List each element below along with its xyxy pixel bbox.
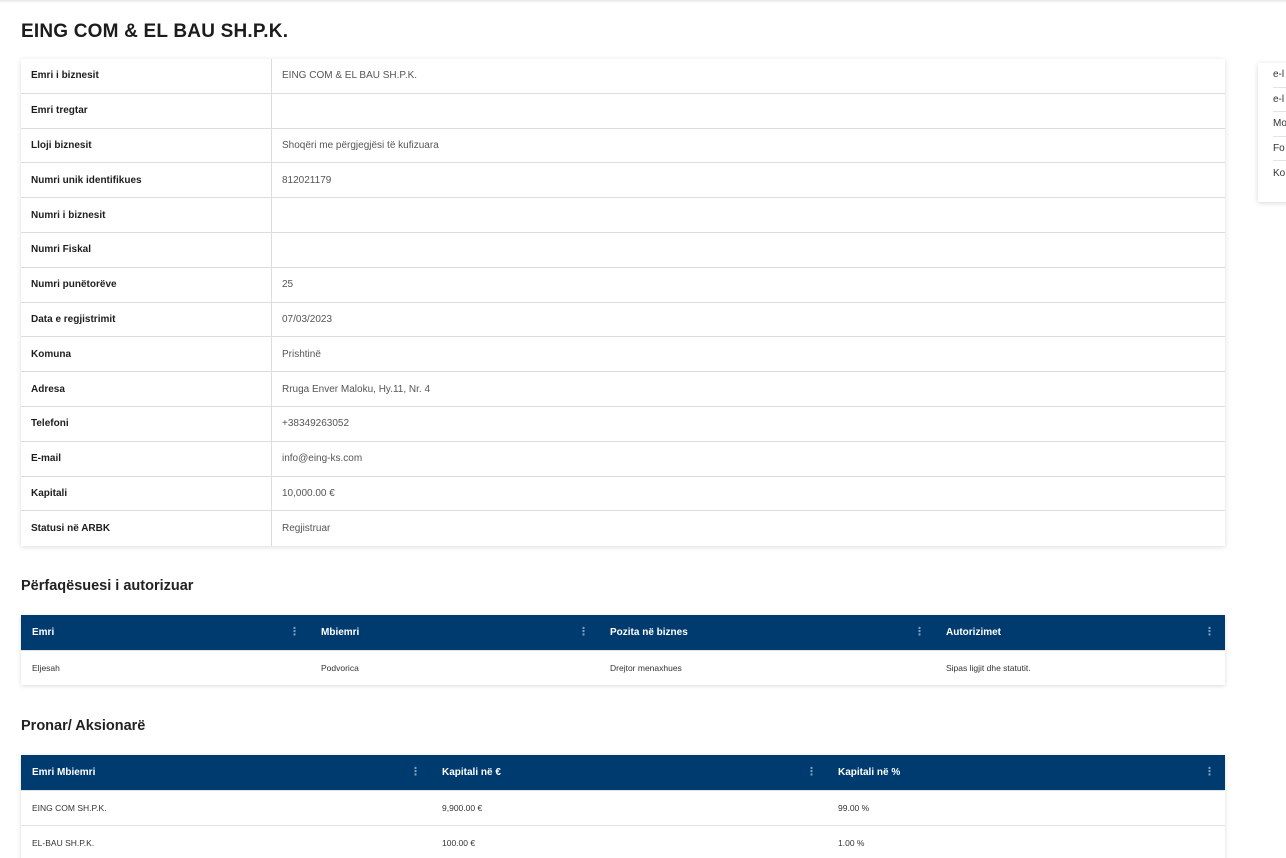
info-value: 812021179	[282, 174, 332, 186]
table-cell: 99.00 %	[838, 803, 870, 813]
vertical-dots-icon[interactable]: ⋮	[1204, 766, 1215, 778]
column-header-emri-mbiemri[interactable]: Emri Mbiemri ⋮	[21, 755, 431, 790]
column-header-label: Kapitali në %	[838, 767, 901, 778]
info-label: Statusi në ARBK	[21, 511, 272, 547]
info-row: Numri unik identifikues 812021179	[21, 163, 1225, 199]
info-label: Emri tregtar	[21, 93, 272, 128]
representatives-title: Përfaqësuesi i autorizuar	[21, 578, 194, 594]
info-value	[272, 233, 1225, 267]
info-label: Telefoni	[21, 406, 272, 441]
vertical-dots-icon[interactable]: ⋮	[806, 766, 817, 778]
side-menu-item[interactable]: Mo	[1273, 112, 1286, 137]
info-value: Shoqëri me përgjegjësi të kufizuara	[282, 139, 439, 151]
info-row: Data e regjistrimit 07/03/2023	[21, 302, 1225, 338]
owners-title: Pronar/ Aksionarë	[21, 718, 146, 734]
representatives-grid: Emri ⋮ Mbiemri ⋮ Pozita në biznes ⋮ Auto…	[21, 615, 1225, 685]
table-cell: EL-BAU SH.P.K.	[32, 838, 95, 848]
table-cell: Eljesah	[32, 663, 60, 673]
vertical-dots-icon[interactable]: ⋮	[1204, 626, 1215, 638]
info-row: Numri Fiskal	[21, 232, 1225, 268]
info-value: +38349263052	[282, 418, 350, 430]
info-label: Adresa	[21, 372, 272, 406]
info-label: Numri i biznesit	[21, 198, 272, 232]
side-menu-item[interactable]: Ko	[1273, 161, 1286, 186]
info-label: E-mail	[21, 441, 272, 476]
info-value: info@eing-ks.com	[282, 453, 363, 465]
info-value: EING COM & EL BAU SH.P.K.	[282, 70, 418, 82]
column-header-label: Autorizimet	[946, 627, 1001, 638]
side-menu: e-l e-l Mo Fo Ko	[1258, 63, 1286, 202]
info-value: Rruga Enver Maloku, Hy.11, Nr. 4	[282, 383, 431, 395]
info-label: Numri Fiskal	[21, 232, 272, 267]
table-cell: EING COM SH.P.K.	[32, 803, 107, 813]
grid-header: Emri Mbiemri ⋮ Kapitali në € ⋮ Kapitali …	[21, 755, 1225, 790]
info-row: Kapitali 10,000.00 €	[21, 476, 1225, 512]
info-row: Emri tregtar	[21, 93, 1225, 129]
vertical-dots-icon[interactable]: ⋮	[410, 766, 421, 778]
column-header-label: Kapitali në €	[442, 767, 501, 778]
info-label: Data e regjistrimit	[21, 302, 272, 337]
table-row: Eljesah Podvorica Drejtor menaxhues Sipa…	[21, 650, 1225, 685]
info-value: Prishtinë	[282, 348, 321, 360]
table-cell: 1.00 %	[838, 838, 865, 848]
table-cell: Drejtor menaxhues	[610, 663, 682, 673]
table-cell: Podvorica	[321, 663, 359, 673]
page-title: EING COM & EL BAU SH.P.K.	[21, 21, 289, 42]
info-row: Numri punëtorëve 25	[21, 267, 1225, 303]
table-row: EING COM SH.P.K. 9,900.00 € 99.00 %	[21, 790, 1225, 825]
column-header-pozita[interactable]: Pozita në biznes ⋮	[599, 615, 935, 650]
info-row: Statusi në ARBK Regjistruar	[21, 511, 1225, 547]
owners-grid: Emri Mbiemri ⋮ Kapitali në € ⋮ Kapitali …	[21, 755, 1225, 858]
column-header-kapitali-perc[interactable]: Kapitali në % ⋮	[827, 755, 1225, 790]
column-header-autorizimet[interactable]: Autorizimet ⋮	[935, 615, 1225, 650]
info-value	[272, 94, 1225, 128]
info-label: Lloji biznesit	[21, 128, 272, 163]
column-header-label: Pozita në biznes	[610, 627, 688, 638]
table-cell: 9,900.00 €	[442, 803, 483, 813]
info-row: Adresa Rruga Enver Maloku, Hy.11, Nr. 4	[21, 372, 1225, 407]
table-row: EL-BAU SH.P.K. 100.00 € 1.00 %	[21, 825, 1225, 858]
column-header-kapitali-eur[interactable]: Kapitali në € ⋮	[431, 755, 827, 790]
info-value	[272, 198, 1225, 232]
info-row: Komuna Prishtinë	[21, 337, 1225, 373]
info-label: Komuna	[21, 337, 272, 372]
business-info-table: Emri i biznesit EING COM & EL BAU SH.P.K…	[21, 59, 1225, 547]
column-header-emri[interactable]: Emri ⋮	[21, 615, 310, 650]
table-cell: Sipas ligjit dhe statutit.	[946, 663, 1031, 673]
info-value: 10,000.00 €	[282, 487, 335, 499]
table-cell: 100.00 €	[442, 838, 476, 848]
info-row: Telefoni +38349263052	[21, 406, 1225, 442]
info-label: Numri punëtorëve	[21, 267, 272, 302]
vertical-dots-icon[interactable]: ⋮	[914, 626, 925, 638]
info-row: Emri i biznesit EING COM & EL BAU SH.P.K…	[21, 59, 1225, 94]
grid-header: Emri ⋮ Mbiemri ⋮ Pozita në biznes ⋮ Auto…	[21, 615, 1225, 650]
info-label: Numri unik identifikues	[21, 163, 272, 198]
info-value: 07/03/2023	[282, 313, 333, 325]
vertical-dots-icon[interactable]: ⋮	[578, 626, 589, 638]
info-label: Emri i biznesit	[21, 59, 272, 93]
side-menu-item[interactable]: Fo	[1273, 137, 1286, 161]
info-value: 25	[282, 279, 294, 291]
side-menu-item[interactable]: e-l	[1273, 63, 1286, 88]
info-row: Lloji biznesit Shoqëri me përgjegjësi të…	[21, 128, 1225, 164]
info-row: Numri i biznesit	[21, 198, 1225, 233]
info-row: E-mail info@eing-ks.com	[21, 441, 1225, 477]
column-header-label: Emri Mbiemri	[32, 767, 96, 778]
side-menu-item[interactable]: e-l	[1273, 88, 1286, 112]
column-header-mbiemri[interactable]: Mbiemri ⋮	[310, 615, 599, 650]
top-shadow	[0, 0, 1286, 3]
info-label: Kapitali	[21, 476, 272, 511]
column-header-label: Emri	[32, 627, 55, 638]
info-value: Regjistruar	[282, 523, 331, 535]
vertical-dots-icon[interactable]: ⋮	[289, 626, 300, 638]
column-header-label: Mbiemri	[321, 627, 360, 638]
